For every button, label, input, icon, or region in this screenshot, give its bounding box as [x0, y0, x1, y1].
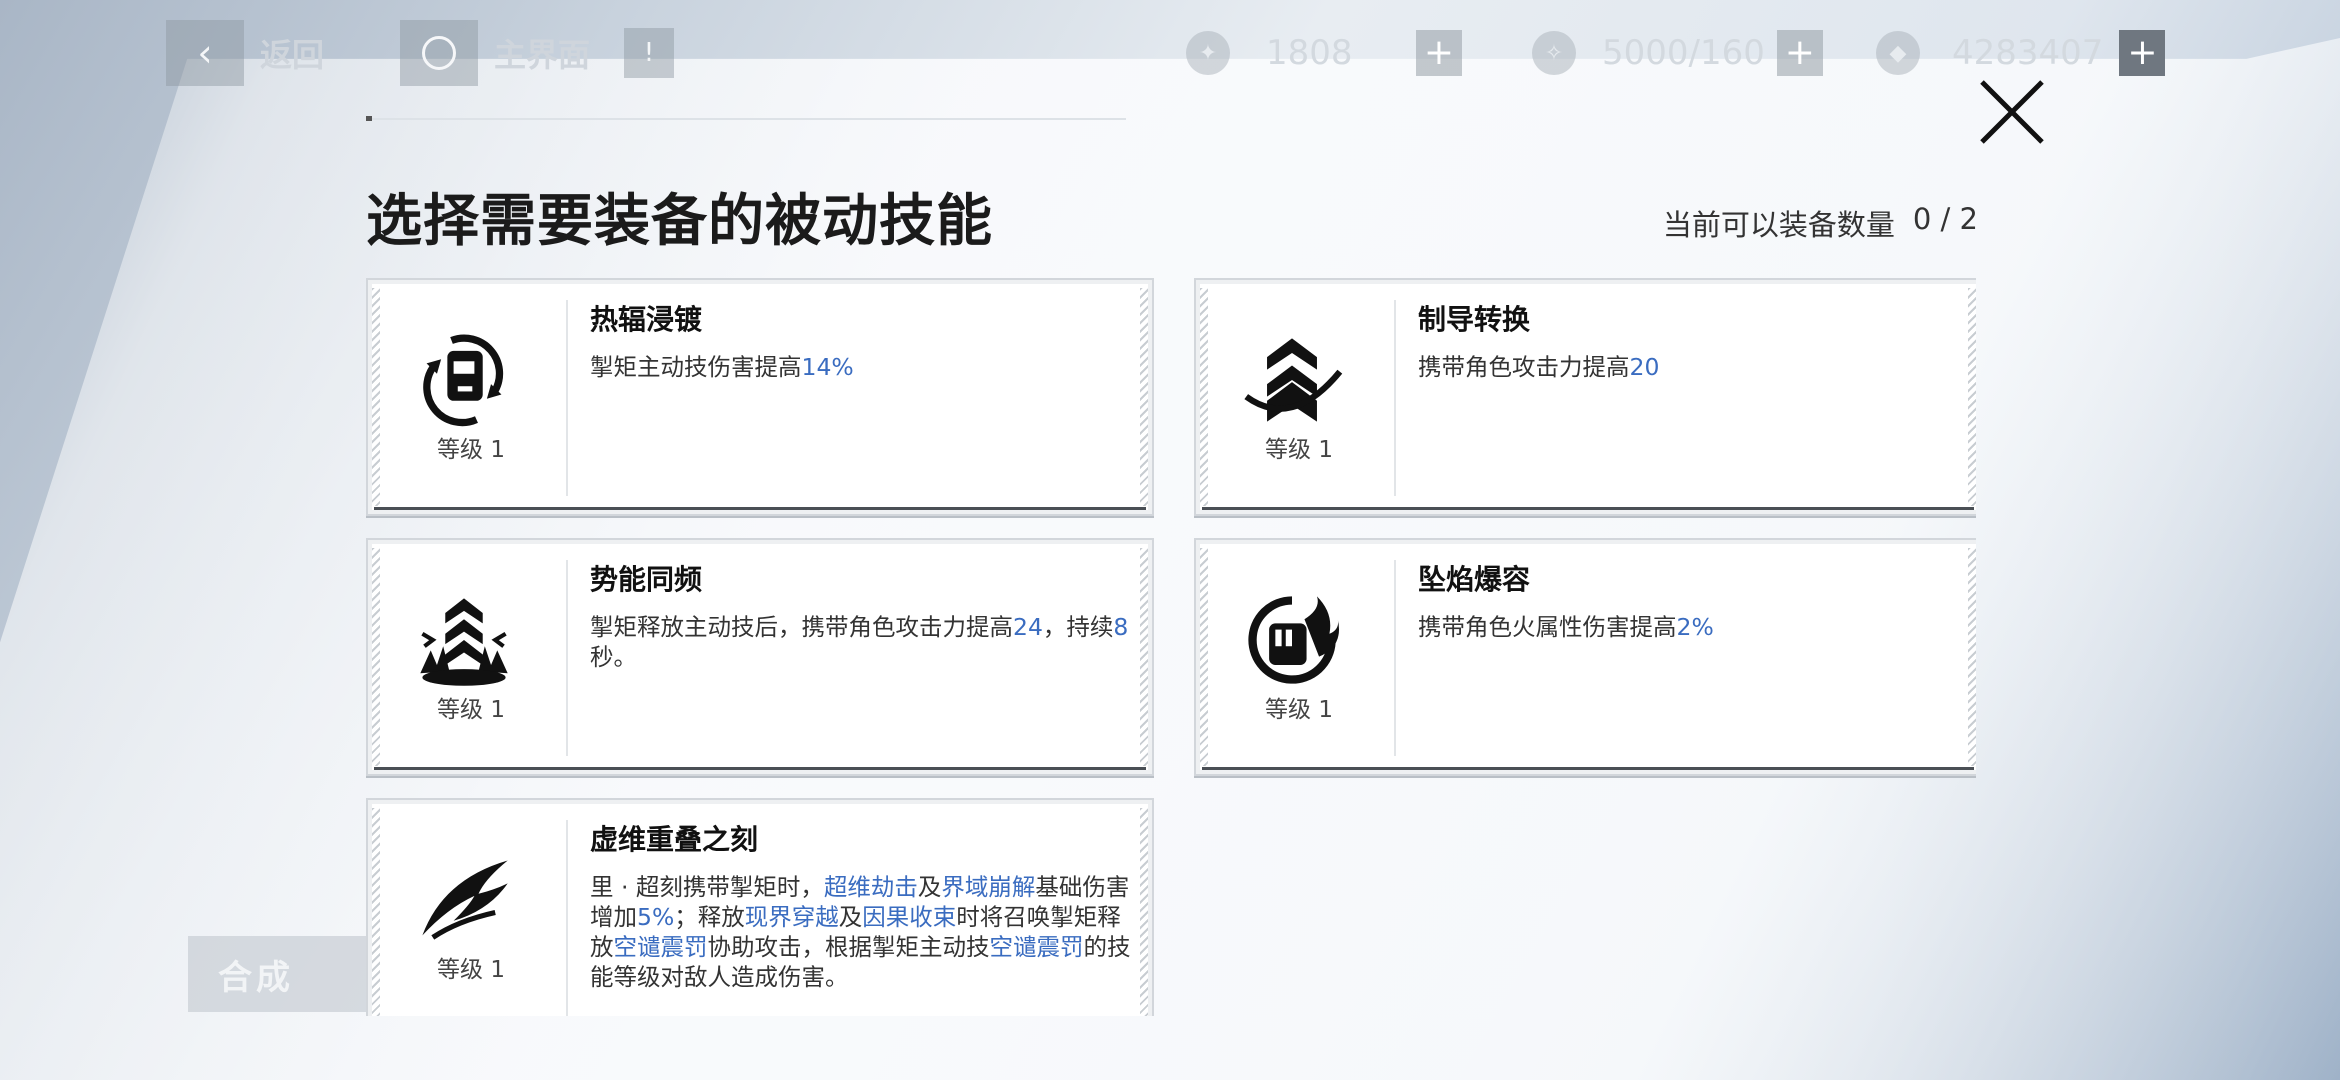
- slash-wing-icon: [410, 846, 518, 954]
- skill-level: 等级 1: [437, 437, 505, 463]
- skill-card[interactable]: 等级 1 虚维重叠之刻 里 · 超刻携带掣矩时，超维劫击及界域崩解基础伤害增加5…: [366, 798, 1154, 1016]
- skill-level: 等级 1: [1265, 437, 1333, 463]
- skill-name: 势能同频: [590, 563, 703, 596]
- energy-icon: ✧: [1532, 31, 1576, 75]
- equip-count-value: 0 / 2: [1912, 202, 1978, 236]
- description-text: 协助攻击，根据掣矩主动技: [707, 933, 990, 961]
- card-divider: [566, 560, 568, 756]
- highlighted-term: 空谴震罚: [613, 933, 708, 961]
- skill-card[interactable]: 等级 1 热辐浸镀 掣矩主动技伤害提高14%: [366, 278, 1154, 516]
- chevron-rank-icon: [1238, 326, 1346, 434]
- highlighted-term: 24: [1013, 613, 1043, 641]
- description-text: 里 · 超刻携带掣矩时，: [590, 873, 824, 901]
- description-text: 及: [917, 873, 942, 901]
- modal-title: 选择需要装备的被动技能: [366, 189, 993, 254]
- skill-description: 掣矩主动技伤害提高14%: [590, 352, 1138, 382]
- home-circle-icon: [400, 20, 478, 86]
- divider-marker: [366, 116, 372, 121]
- highlighted-term: 5%: [637, 903, 675, 931]
- description-text: 携带角色攻击力提高: [1418, 353, 1630, 381]
- resource-currency: ◆ 4283407 +: [1876, 24, 2166, 82]
- resource-value: 4283407: [1952, 33, 2104, 73]
- card-bottom-rule: [1202, 507, 1974, 510]
- highlighted-term: 界域崩解: [941, 873, 1036, 901]
- divider: [366, 118, 1126, 120]
- skill-level: 等级 1: [437, 957, 505, 983]
- skill-level: 等级 1: [437, 697, 505, 723]
- resource-energy: ✧ 5000/160 +: [1532, 24, 1823, 82]
- resource-stamina: ✦ 1808 +: [1186, 24, 1462, 82]
- card-bottom-rule: [374, 507, 1146, 510]
- mech-helmet-icon: [410, 326, 518, 434]
- description-text: 掣矩主动技伤害提高: [590, 353, 802, 381]
- resource-value: 1808: [1266, 33, 1353, 73]
- skill-name: 虚维重叠之刻: [590, 823, 759, 856]
- description-text: ；释放: [674, 903, 745, 931]
- skill-card[interactable]: 等级 1 制导转换 携带角色攻击力提高20: [1194, 278, 1976, 516]
- resource-value: 5000/160: [1602, 33, 1765, 73]
- flame-fist-icon: [1238, 586, 1346, 694]
- stamina-icon: ✦: [1186, 31, 1230, 75]
- card-bottom-rule: [374, 767, 1146, 770]
- description-text: 及: [838, 903, 863, 931]
- skill-name: 坠焰爆容: [1418, 563, 1531, 596]
- add-currency-button[interactable]: +: [2119, 30, 2166, 76]
- highlighted-term: 8: [1113, 613, 1129, 641]
- back-button[interactable]: ‹ 返回: [166, 20, 324, 86]
- back-label: 返回: [260, 36, 325, 74]
- add-stamina-button[interactable]: +: [1416, 30, 1462, 76]
- card-bottom-rule: [1202, 767, 1974, 770]
- skill-name: 制导转换: [1418, 303, 1531, 336]
- currency-icon: ◆: [1876, 31, 1920, 75]
- card-divider: [566, 300, 568, 496]
- highlighted-term: 2%: [1676, 613, 1714, 641]
- description-text: ，持续: [1042, 613, 1114, 641]
- skill-description: 携带角色火属性伤害提高2%: [1418, 612, 1966, 642]
- add-energy-button[interactable]: +: [1776, 30, 1823, 76]
- skill-description: 携带角色攻击力提高20: [1418, 352, 1966, 382]
- card-divider: [1394, 560, 1396, 756]
- home-label: 主界面: [494, 36, 591, 74]
- skill-description: 里 · 超刻携带掣矩时，超维劫击及界域崩解基础伤害增加5%；释放现界穿越及因果收…: [590, 872, 1138, 992]
- skill-card[interactable]: 等级 1 坠焰爆容 携带角色火属性伤害提高2%: [1194, 538, 1976, 776]
- highlighted-term: 因果收束: [862, 903, 957, 931]
- highlighted-term: 14%: [801, 353, 854, 381]
- back-arrow-icon: ‹: [166, 20, 244, 86]
- description-text: 掣矩释放主动技后，携带角色攻击力提高: [590, 613, 1013, 641]
- equip-count: 当前可以装备数量 0 / 2: [1663, 202, 1978, 244]
- close-icon: [1980, 80, 2044, 144]
- card-divider: [1394, 300, 1396, 496]
- highlighted-term: 现界穿越: [744, 903, 839, 931]
- close-button[interactable]: [1976, 76, 2048, 148]
- description-text: 秒。: [590, 643, 637, 671]
- description-text: 携带角色火属性伤害提高: [1418, 613, 1677, 641]
- rank-burst-icon: [410, 586, 518, 694]
- highlighted-term: 空谴震罚: [989, 933, 1084, 961]
- skill-description: 掣矩释放主动技后，携带角色攻击力提高24，持续8 秒。: [590, 612, 1138, 672]
- skill-level: 等级 1: [1265, 697, 1333, 723]
- info-icon: !: [624, 28, 674, 78]
- skill-card[interactable]: 等级 1 势能同频 掣矩释放主动技后，携带角色攻击力提高24，持续8 秒。: [366, 538, 1154, 776]
- highlighted-term: 超维劫击: [823, 873, 918, 901]
- skill-list: 等级 1 热辐浸镀 掣矩主动技伤害提高14% 等级 1 制导转换 携带角色攻击力…: [364, 276, 1976, 1016]
- equip-count-label: 当前可以装备数量: [1662, 208, 1895, 242]
- home-button[interactable]: 主界面: [400, 20, 590, 86]
- card-divider: [566, 820, 568, 1016]
- info-button[interactable]: !: [624, 20, 674, 86]
- highlighted-term: 20: [1629, 353, 1660, 381]
- skill-name: 热辐浸镀: [590, 303, 703, 336]
